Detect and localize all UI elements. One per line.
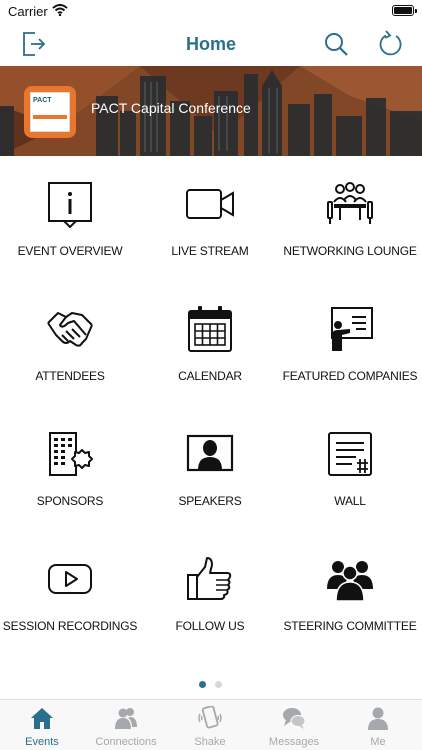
tile-label: NETWORKING LOUNGE [283,244,417,258]
search-icon [325,33,348,56]
page-title: Home [185,34,236,54]
event-logo-text: PACT [33,97,52,104]
person-icon [368,707,388,730]
tile-attendees[interactable]: ATTENDEES [0,281,140,406]
tile-label: SESSION RECORDINGS [2,619,138,633]
tile-session-recordings[interactable]: SESSION RECORDINGS [0,531,140,656]
home-icon [31,708,53,729]
tab-label: Messages [268,736,320,748]
tile-speakers[interactable]: SPEAKERS [140,406,280,531]
event-logo: PACT [24,86,76,138]
tab-me[interactable]: Me [336,700,420,750]
refresh-icon [379,30,402,56]
tile-sponsors[interactable]: SPONSORS [0,406,140,531]
tile-wall[interactable]: WALL [280,406,420,531]
tile-label: SPONSORS [36,494,104,508]
speaker-portrait-icon [186,434,234,472]
page-dot[interactable] [215,681,222,688]
calendar-icon [188,306,232,352]
tab-events[interactable]: Events [0,700,84,750]
tab-label: Events [25,736,59,748]
play-icon [48,564,92,594]
wifi-icon [52,4,68,16]
handshake-icon [47,312,93,347]
connections-icon [115,708,137,729]
navigation-bar: Home [0,22,422,66]
refresh-button[interactable] [376,30,404,58]
tile-steering-committee[interactable]: STEERING COMMITTEE [280,531,420,656]
tile-label: FEATURED COMPANIES [282,369,418,383]
meeting-table-icon [327,182,373,224]
event-banner: PACT PACT Capital Conference [0,66,422,156]
search-button[interactable] [322,30,350,58]
battery-icon [392,5,417,16]
tile-label: CALENDAR [178,369,242,383]
video-camera-icon [186,189,234,219]
tile-event-overview[interactable]: EVENT OVERVIEW [0,156,140,281]
info-icon [48,182,92,228]
page-indicator[interactable] [0,681,422,689]
wall-hashtag-icon [328,432,372,476]
tile-calendar[interactable]: CALENDAR [140,281,280,406]
presentation-icon [331,307,373,351]
tab-shake[interactable]: Shake [168,700,252,750]
shake-phone-icon [198,706,222,729]
tile-label: LIVE STREAM [171,244,249,258]
tile-follow-us[interactable]: FOLLOW US [140,531,280,656]
status-bar: Carrier [0,0,422,22]
tab-connections[interactable]: Connections [84,700,168,750]
group-icon [327,561,373,602]
tab-messages[interactable]: Messages [252,700,336,750]
carrier-label: Carrier [8,4,48,19]
tile-label: FOLLOW US [175,619,245,633]
tile-networking-lounge[interactable]: NETWORKING LOUNGE [280,156,420,281]
page-dot-active[interactable] [199,681,206,688]
tile-label: STEERING COMMITTEE [283,619,417,633]
tab-label: Me [370,736,386,748]
tile-label: SPEAKERS [178,494,242,508]
tile-live-stream[interactable]: LIVE STREAM [140,156,280,281]
tab-label: Connections [95,736,157,748]
tile-label: WALL [334,494,366,508]
messages-icon [283,708,306,729]
thumbs-up-icon [187,557,232,600]
tile-label: EVENT OVERVIEW [17,244,123,258]
tab-label: Shake [194,736,226,748]
building-badge-icon [49,432,93,476]
event-title: PACT Capital Conference [91,100,251,116]
tile-featured-companies[interactable]: FEATURED COMPANIES [280,281,420,406]
tab-bar: Events Connections Shake Messages Me [0,699,422,750]
tile-label: ATTENDEES [35,369,105,383]
